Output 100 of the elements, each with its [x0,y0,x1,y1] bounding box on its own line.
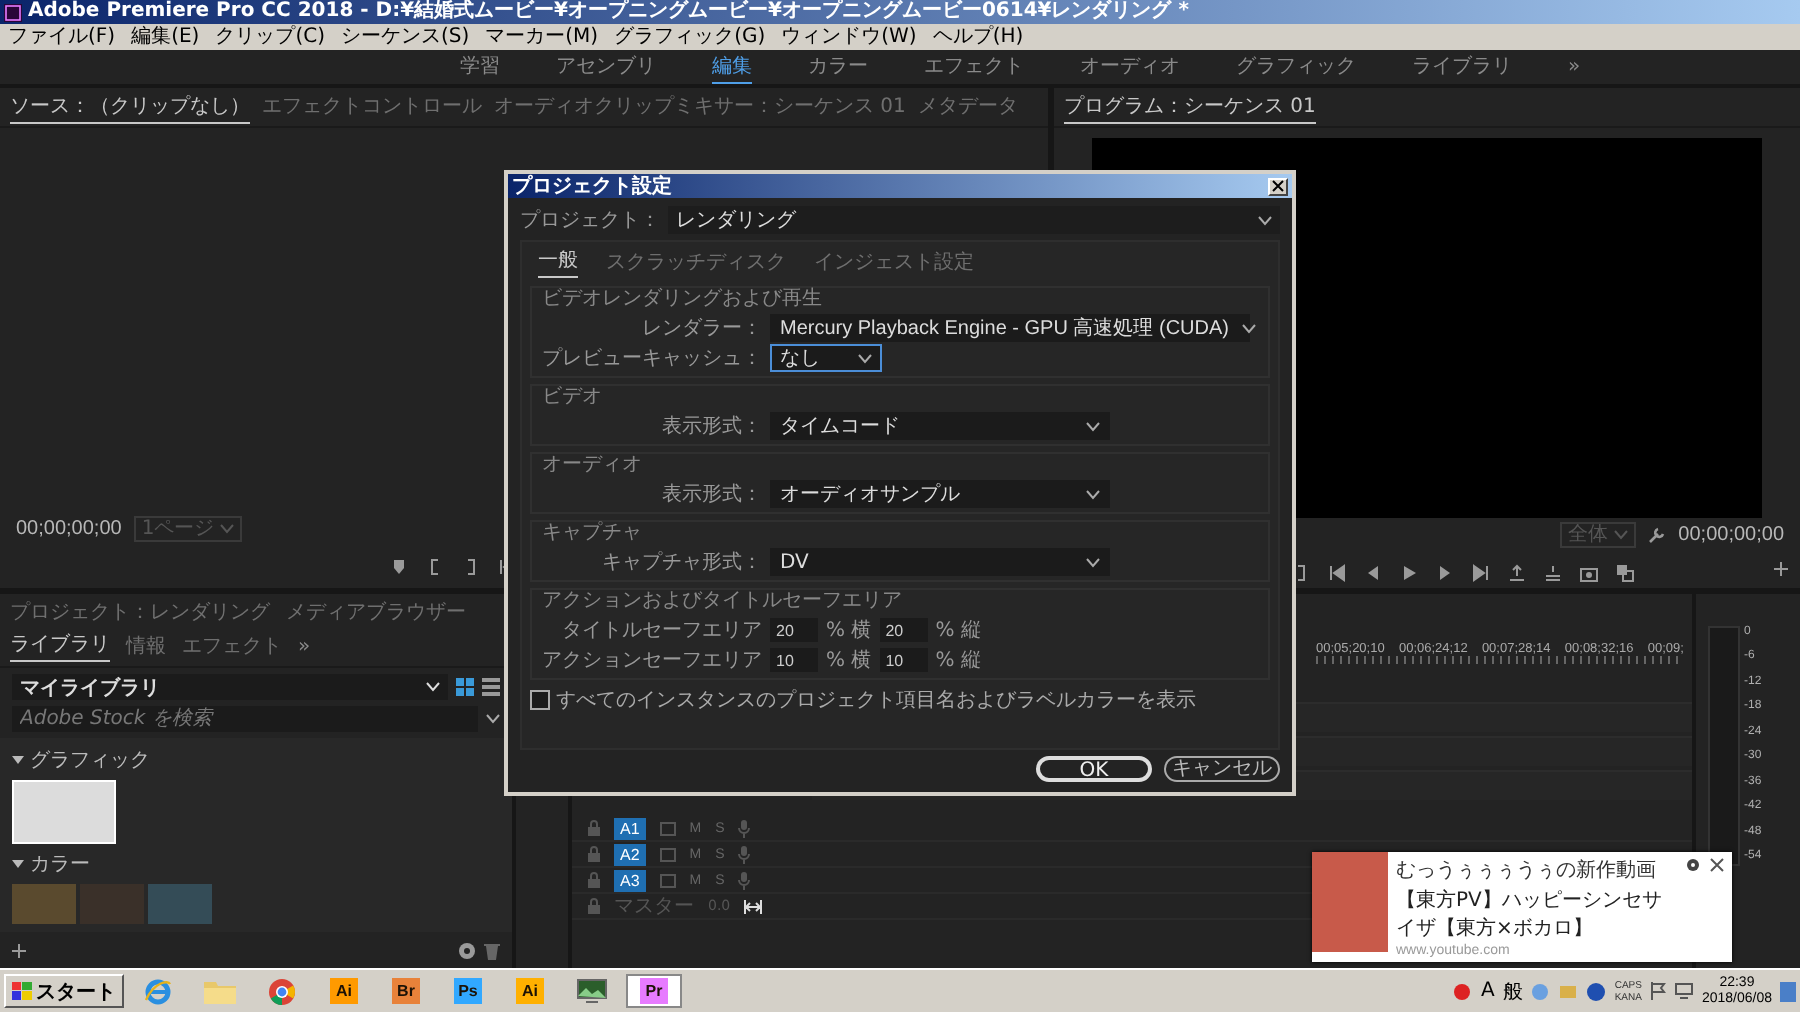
caret-icon[interactable] [1086,489,1100,499]
field-label: タイトルセーフエリア [560,618,762,644]
timecode: 00;00;00;00 [1678,523,1784,545]
settings-dropdown[interactable]: Mercury Playback Engine - GPU 高速処理 (CUDA) [770,314,1250,342]
menu-item[interactable]: クリップ(C) [215,24,325,50]
workspace-tab[interactable]: 編集 [711,51,752,83]
ok-button[interactable]: OK [1036,756,1152,782]
group-title: キャプチャ [542,522,644,546]
more-panels-button[interactable]: » [298,635,311,657]
app-logo-icon [4,3,22,21]
field-label: アクションセーフエリア [542,648,762,674]
list-view-icon[interactable] [482,678,500,696]
start-button[interactable]: スタート [4,974,124,1008]
timecode: 00;00;00;00 [16,517,122,539]
plus-icon[interactable] [12,943,26,957]
track-target-button[interactable]: A3 [614,869,646,891]
workspace-tab[interactable]: オーディオ [1079,52,1180,82]
panel-tab[interactable]: プログラム：シーケンス 01 [1064,91,1316,123]
taskbar-app-button[interactable]: Ps [440,974,496,1008]
menu-item[interactable]: 編集(E) [131,24,200,50]
chrome-icon [268,977,296,1005]
panel-tab[interactable]: ライブラリ [10,630,110,662]
menu-item[interactable]: ヘルプ(H) [932,24,1024,50]
thumbnail-placeholder [1312,852,1388,952]
flag-icon[interactable] [1649,982,1666,1000]
project-dropdown[interactable]: レンダリング [668,206,1280,234]
trash-icon[interactable] [484,941,500,959]
caret-icon[interactable] [1086,421,1100,431]
tray-app-icon[interactable] [1452,981,1473,1001]
taskbar-app-button[interactable]: Br [378,974,434,1008]
project-label: プロジェクト： [520,207,660,234]
color-swatch[interactable] [148,884,212,924]
track-target-button[interactable]: A2 [614,843,646,865]
disclosure-triangle-icon[interactable] [12,858,24,870]
menu-item[interactable]: シーケンス(S) [340,24,470,50]
lift-icon[interactable] [1508,563,1526,581]
play-icon[interactable] [1400,563,1418,581]
close-icon[interactable] [1710,858,1724,872]
more-workspaces-button[interactable]: » [1567,56,1581,78]
menu-item[interactable]: ウィンドウ(W) [781,24,917,50]
caret-icon[interactable] [1258,215,1272,225]
compare-icon[interactable] [1616,563,1634,581]
number-field[interactable]: 10 [879,648,928,672]
group-title: ビデオレンダリングおよび再生 [542,288,824,312]
number-field[interactable]: 20 [879,618,928,642]
wrench-icon[interactable] [1648,525,1667,543]
plus-icon[interactable] [1774,562,1788,576]
camera-icon[interactable] [1580,563,1598,581]
monitor-photo-icon [576,978,608,1004]
caret-icon[interactable] [1086,557,1100,567]
caret-icon[interactable] [486,714,500,724]
close-button[interactable] [1268,177,1288,195]
workspace-tab[interactable]: ライブラリ [1411,52,1512,82]
skip-forward-icon[interactable] [1472,563,1490,581]
menu-item[interactable]: グラフィック(G) [614,24,766,50]
graphic-thumbnail[interactable] [12,780,116,844]
panel-tab[interactable]: ソース：（クリップなし） [10,91,250,123]
color-swatch[interactable] [12,884,76,924]
extract-icon[interactable] [1544,563,1562,581]
unit-label: % 縦 [935,648,981,674]
taskbar-app-button[interactable]: Ai [502,974,558,1008]
marker-icon[interactable] [389,557,407,575]
show-desktop-icon[interactable] [1780,981,1796,1001]
track-target-button[interactable]: A1 [614,817,646,839]
skip-back-icon[interactable] [1328,563,1346,581]
step-forward-icon[interactable] [1436,563,1454,581]
field-label: キャプチャ形式： [600,549,762,576]
caret-icon[interactable] [1241,323,1255,333]
workspace-tab[interactable]: カラー [807,52,868,82]
taskbar-app-button[interactable]: Pr [626,974,682,1008]
notification-body: 【東方PV】ハッピーシンセサイザ【東方×ボカロ】 [1396,887,1664,942]
number-field[interactable]: 10 [770,648,818,672]
workspace-tab[interactable]: エフェクト [923,52,1024,82]
settings-dropdown[interactable]: なし [770,344,882,372]
library-dropdown[interactable]: マイライブラリ [12,674,448,700]
workspace-tab[interactable]: アセンブリ [555,52,656,82]
checkbox[interactable] [530,690,550,710]
network-icon[interactable] [1673,982,1694,1000]
panel-tab[interactable]: 一般 [538,246,578,278]
go-to-edges-icon[interactable] [744,899,763,913]
mark-in-icon[interactable] [425,557,443,575]
step-back-icon[interactable] [1364,563,1382,581]
workspace-tab[interactable]: 学習 [459,52,500,82]
menu-item[interactable]: ファイル(F) [8,24,116,50]
number-field[interactable]: 20 [770,618,818,642]
settings-dropdown[interactable]: DV [770,548,1110,576]
workspace-tab[interactable]: グラフィック [1235,52,1356,82]
unit-label: % 縦 [935,618,981,644]
settings-icon[interactable] [1686,858,1700,872]
grid-view-icon[interactable] [456,678,474,696]
menu-item[interactable]: マーカー(M) [485,24,599,50]
taskbar-app-button[interactable]: Ai [316,974,372,1008]
mark-out-icon[interactable] [1292,563,1310,581]
caret-icon[interactable] [858,353,872,363]
cancel-button[interactable]: キャンセル [1164,756,1280,782]
settings-dropdown[interactable]: オーディオサンプル [770,480,1110,508]
settings-dropdown[interactable]: タイムコード [770,412,1110,440]
disclosure-triangle-icon[interactable] [12,754,24,766]
ime-mode[interactable]: A [1480,980,1495,1002]
ime-input-mode[interactable]: 般 [1502,977,1523,1005]
